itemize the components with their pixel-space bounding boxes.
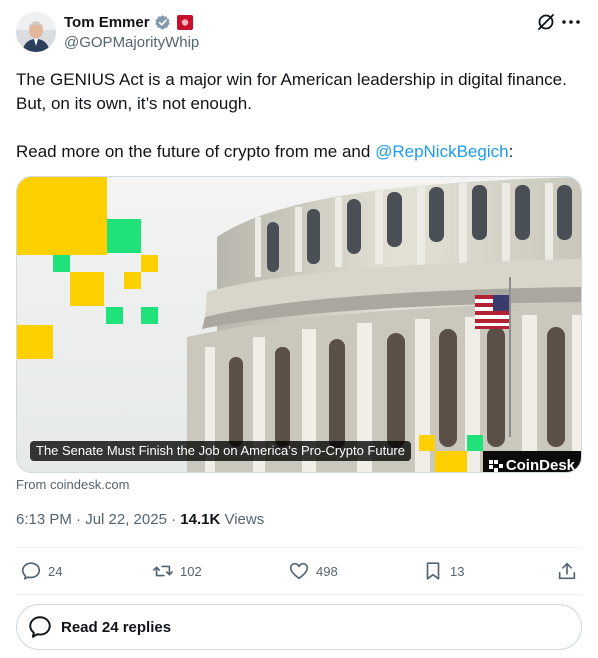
card-title: The Senate Must Finish the Job on Americ…: [30, 441, 411, 461]
like-count: 498: [316, 563, 338, 579]
card-brand-label: CoinDesk: [505, 457, 575, 473]
views-count: 14.1K: [180, 511, 221, 528]
reply-count: 24: [48, 563, 63, 579]
repost-icon: [153, 565, 173, 577]
tweet-text: The GENIUS Act is a major win for Americ…: [16, 68, 586, 164]
tweet-paragraph-1: The GENIUS Act is a major win for Americ…: [16, 70, 567, 113]
read-replies-label: Read 24 replies: [61, 618, 172, 636]
bookmark-count: 13: [450, 563, 465, 579]
reply-button[interactable]: 24: [20, 560, 62, 582]
tweet-paragraph-2: Read more on the future of crypto from m…: [16, 140, 586, 164]
mention-link[interactable]: @RepNickBegich: [375, 142, 508, 161]
repost-count: 102: [180, 563, 202, 579]
action-bar: 24 102 498 13: [16, 560, 582, 586]
name-row: Tom Emmer: [64, 14, 193, 31]
reply-icon: [21, 562, 41, 580]
divider: [16, 594, 582, 595]
reply-bubble-icon: [29, 616, 51, 638]
read-replies-button[interactable]: Read 24 replies: [16, 604, 582, 650]
like-button[interactable]: 498: [288, 560, 338, 582]
verified-badge-icon: [154, 15, 170, 30]
card-brand: CoinDesk: [488, 457, 575, 473]
heart-icon: [289, 562, 309, 580]
bookmark-button[interactable]: 13: [422, 560, 464, 582]
affiliation-badge-icon: [176, 15, 193, 30]
grok-icon[interactable]: [536, 12, 556, 32]
tweet-text-prefix: Read more on the future of crypto from m…: [16, 142, 376, 161]
views-label: Views: [220, 511, 265, 528]
timestamp[interactable]: 6:13 PM · Jul 22, 2025 ·: [16, 511, 180, 528]
coindesk-logo-icon: [488, 459, 503, 472]
tweet-text-suffix: :: [508, 142, 514, 161]
link-card[interactable]: The Senate Must Finish the Job on Americ…: [16, 176, 582, 473]
card-source[interactable]: From coindesk.com: [16, 477, 129, 492]
tweet-header: Tom Emmer @GOPMajorityWhip: [16, 12, 582, 54]
author-name[interactable]: Tom Emmer: [64, 14, 150, 31]
share-icon: [558, 562, 576, 580]
capitol-dome-image: [17, 177, 581, 472]
more-options-icon[interactable]: [560, 12, 582, 32]
tweet-meta: 6:13 PM · Jul 22, 2025 · 14.1K Views: [16, 511, 264, 528]
avatar[interactable]: [16, 12, 56, 52]
divider: [16, 547, 582, 548]
share-button[interactable]: [556, 560, 578, 582]
author-handle[interactable]: @GOPMajorityWhip: [64, 34, 199, 51]
repost-button[interactable]: 102: [152, 560, 202, 582]
bookmark-icon: [426, 562, 440, 580]
